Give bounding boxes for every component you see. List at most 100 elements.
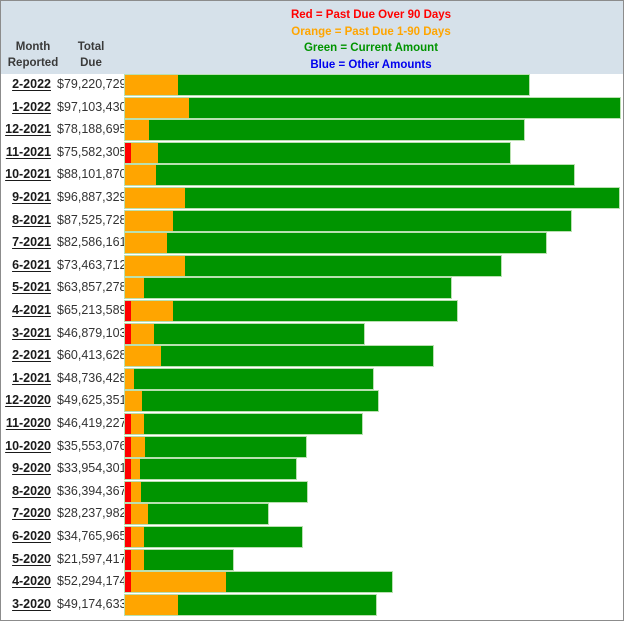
bar-segment-current-amount[interactable] — [143, 414, 362, 434]
month-link[interactable]: 7-2020 — [12, 506, 51, 520]
stacked-bar[interactable] — [125, 414, 362, 434]
bar-segment-current-amount[interactable] — [189, 97, 620, 118]
bar-segment-current-amount[interactable] — [172, 210, 572, 231]
bar-segment-past-due-1-90-days[interactable] — [131, 572, 226, 593]
bar-segment-past-due-1-90-days[interactable] — [131, 301, 173, 321]
stacked-bar[interactable] — [125, 323, 365, 344]
stacked-bar[interactable] — [125, 346, 433, 367]
month-link[interactable]: 6-2020 — [12, 529, 51, 543]
bar-segment-past-due-1-90-days[interactable] — [125, 346, 162, 367]
bar-segment-past-due-1-90-days[interactable] — [131, 436, 145, 457]
bar-segment-current-amount[interactable] — [140, 459, 297, 480]
month-link[interactable]: 12-2021 — [5, 122, 51, 136]
stacked-bar[interactable] — [125, 594, 376, 615]
month-link[interactable]: 3-2020 — [12, 597, 51, 611]
stacked-bar[interactable] — [125, 504, 268, 525]
stacked-bar[interactable] — [125, 368, 374, 389]
bar-segment-current-amount[interactable] — [143, 527, 303, 547]
stacked-bar[interactable] — [125, 165, 575, 186]
stacked-bar[interactable] — [125, 549, 234, 570]
stacked-bar[interactable] — [125, 188, 619, 208]
stacked-bar[interactable] — [125, 97, 620, 118]
stacked-bar[interactable] — [125, 278, 451, 299]
bar-segment-past-due-1-90-days[interactable] — [131, 414, 144, 434]
stacked-bar[interactable] — [125, 481, 307, 502]
stacked-bar[interactable] — [125, 391, 378, 412]
chart-row: 12-2020 $49,625,351 — [1, 390, 623, 413]
bar-segment-current-amount[interactable] — [172, 301, 458, 321]
month-link[interactable]: 2-2022 — [12, 77, 51, 91]
bar-segment-current-amount[interactable] — [143, 278, 451, 299]
bar-segment-past-due-1-90-days[interactable] — [125, 97, 190, 118]
bar-segment-current-amount[interactable] — [161, 346, 433, 367]
stacked-bar[interactable] — [125, 120, 524, 141]
stacked-bar[interactable] — [125, 301, 458, 321]
month-link[interactable]: 5-2020 — [12, 552, 51, 566]
month-link[interactable]: 7-2021 — [12, 235, 51, 249]
month-link[interactable]: 5-2021 — [12, 280, 51, 294]
legend-orange: Orange = Past Due 1-90 Days — [291, 25, 451, 38]
bar-segment-current-amount[interactable] — [147, 504, 268, 525]
month-link[interactable]: 8-2020 — [12, 484, 51, 498]
month-link[interactable]: 1-2021 — [12, 371, 51, 385]
legend-blue: Blue = Other Amounts — [310, 58, 432, 71]
bar-segment-past-due-1-90-days[interactable] — [131, 549, 144, 570]
bar-segment-past-due-1-90-days[interactable] — [125, 210, 173, 231]
bar-segment-current-amount[interactable] — [141, 481, 307, 502]
month-link[interactable]: 6-2021 — [12, 258, 51, 272]
month-link[interactable]: 11-2020 — [6, 416, 51, 430]
bar-segment-current-amount[interactable] — [156, 165, 575, 186]
bar-segment-past-due-1-90-days[interactable] — [131, 481, 142, 502]
bar-segment-past-due-1-90-days[interactable] — [131, 142, 159, 163]
stacked-bar[interactable] — [125, 527, 303, 547]
bar-segment-past-due-1-90-days[interactable] — [125, 255, 186, 276]
bar-segment-past-due-1-90-days[interactable] — [131, 323, 155, 344]
month-link[interactable]: 9-2021 — [12, 190, 51, 204]
bar-segment-past-due-1-90-days[interactable] — [125, 233, 167, 254]
bar-segment-past-due-1-90-days[interactable] — [125, 120, 149, 141]
bar-segment-past-due-1-90-days[interactable] — [125, 75, 179, 95]
stacked-bar[interactable] — [125, 210, 572, 231]
month-link[interactable]: 12-2020 — [5, 393, 51, 407]
bar-segment-current-amount[interactable] — [134, 368, 374, 389]
month-link[interactable]: 3-2021 — [12, 326, 51, 340]
bar-segment-current-amount[interactable] — [143, 549, 234, 570]
bar-segment-current-amount[interactable] — [166, 233, 547, 254]
month-link[interactable]: 8-2021 — [12, 213, 51, 227]
bar-segment-past-due-1-90-days[interactable] — [125, 391, 142, 412]
month-link[interactable]: 4-2021 — [12, 303, 51, 317]
bar-segment-past-due-1-90-days[interactable] — [125, 188, 186, 208]
bar-segment-past-due-1-90-days[interactable] — [131, 527, 144, 547]
bar-segment-past-due-1-90-days[interactable] — [125, 594, 179, 615]
bar-segment-current-amount[interactable] — [178, 594, 376, 615]
month-link[interactable]: 1-2022 — [12, 100, 51, 114]
month-link[interactable]: 9-2020 — [12, 461, 51, 475]
bar-segment-past-due-1-90-days[interactable] — [131, 504, 148, 525]
bar-segment-current-amount[interactable] — [144, 436, 307, 457]
bar-segment-current-amount[interactable] — [225, 572, 392, 593]
bar-segment-current-amount[interactable] — [141, 391, 378, 412]
bar-segment-past-due-1-90-days[interactable] — [125, 165, 157, 186]
stacked-bar[interactable] — [125, 255, 501, 276]
bar-segment-current-amount[interactable] — [185, 188, 619, 208]
bar-segment-current-amount[interactable] — [148, 120, 524, 141]
stacked-bar[interactable] — [125, 572, 392, 593]
month-link[interactable]: 4-2020 — [12, 574, 51, 588]
bar-segment-current-amount[interactable] — [178, 75, 529, 95]
month-link[interactable]: 10-2021 — [5, 167, 51, 181]
stacked-bar[interactable] — [125, 75, 529, 95]
bar-segment-past-due-1-90-days[interactable] — [125, 368, 135, 389]
month-link[interactable]: 11-2021 — [6, 145, 51, 159]
stacked-bar[interactable] — [125, 142, 511, 163]
total-header-line2: Due — [80, 57, 102, 69]
stacked-bar[interactable] — [125, 233, 547, 254]
bar-segment-current-amount[interactable] — [154, 323, 365, 344]
stacked-bar[interactable] — [125, 459, 297, 480]
month-link[interactable]: 2-2021 — [12, 348, 51, 362]
bar-segment-current-amount[interactable] — [185, 255, 501, 276]
bar-segment-past-due-1-90-days[interactable] — [125, 278, 144, 299]
stacked-bar[interactable] — [125, 436, 307, 457]
month-link[interactable]: 10-2020 — [5, 439, 51, 453]
bar-segment-past-due-1-90-days[interactable] — [131, 459, 141, 480]
bar-segment-current-amount[interactable] — [158, 142, 511, 163]
